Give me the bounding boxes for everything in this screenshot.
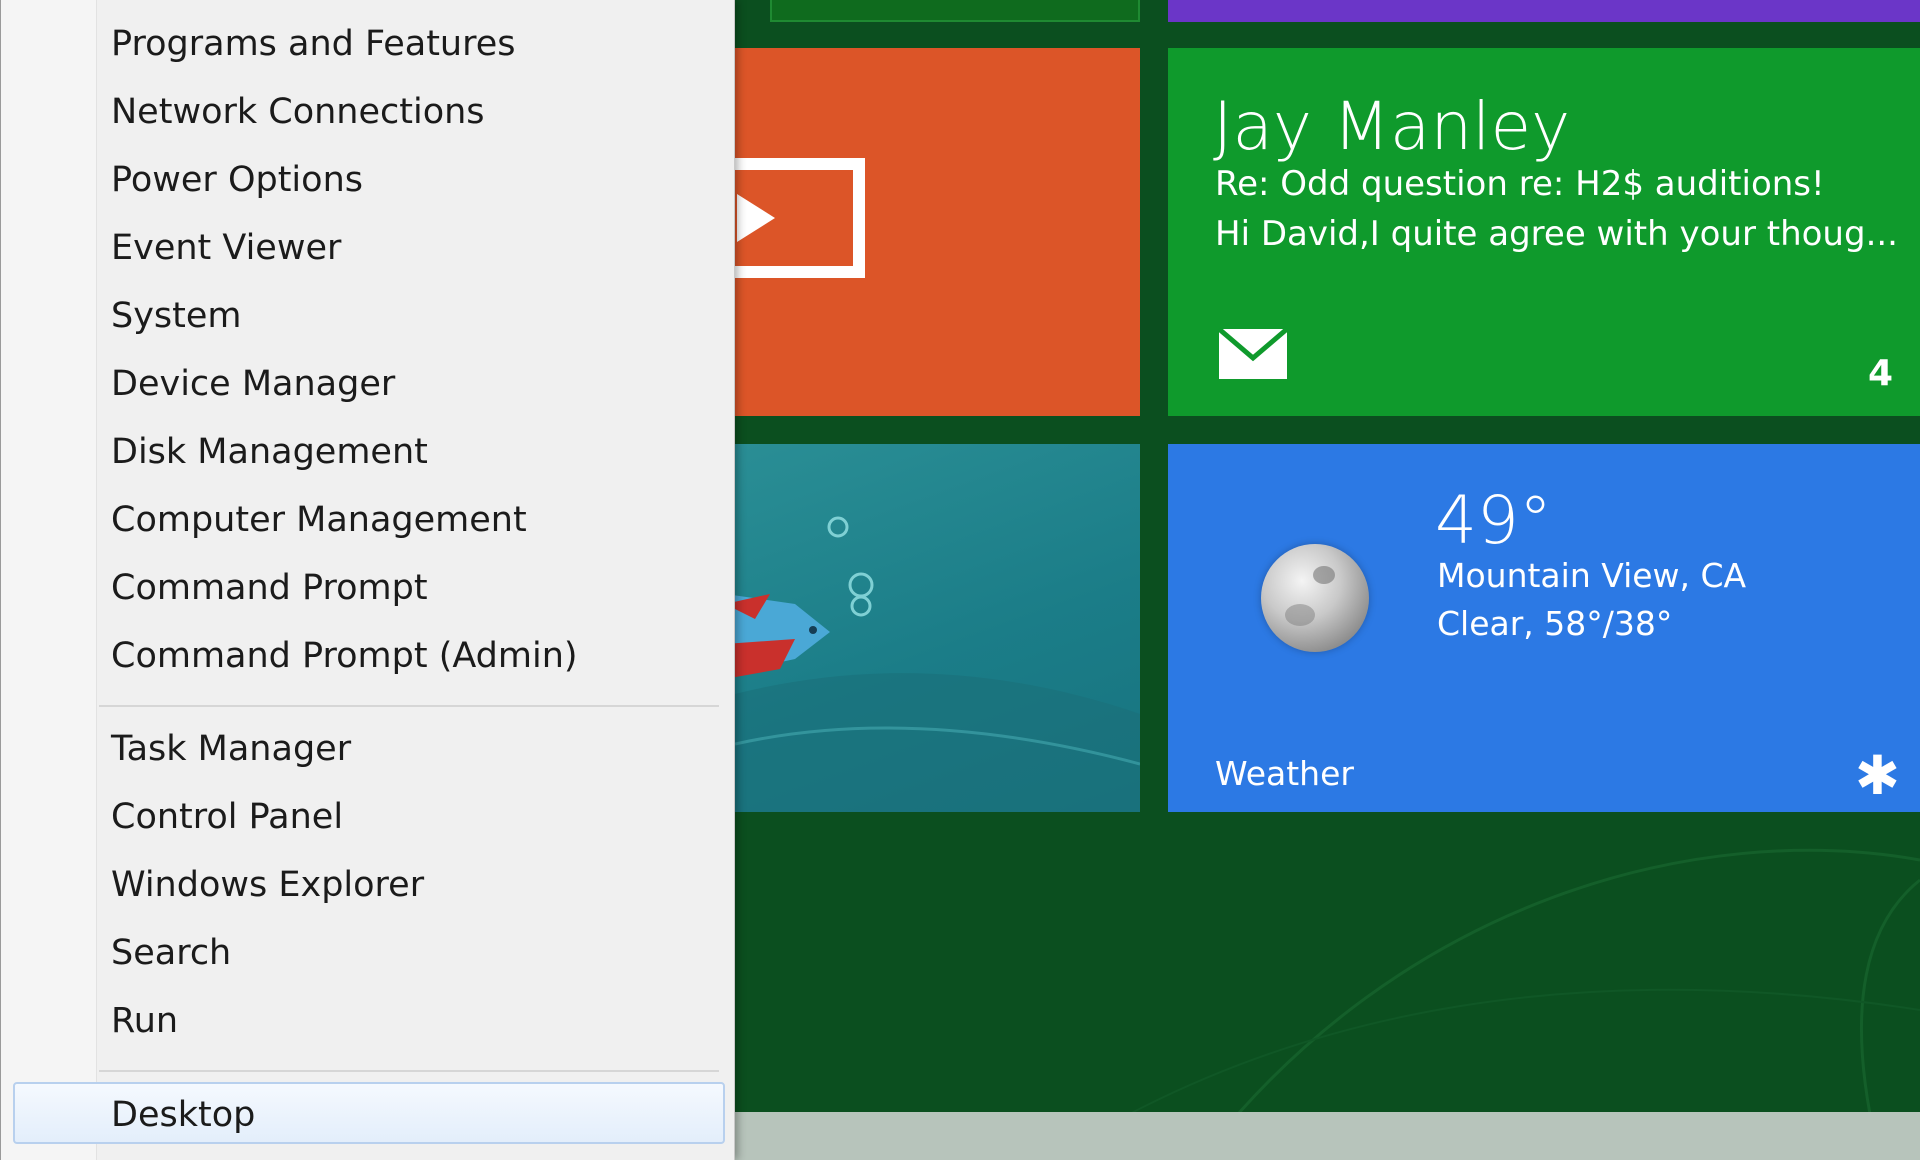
menu-item-desktop[interactable]: Desktop (13, 1082, 725, 1144)
menu-item-search[interactable]: Search (1, 922, 736, 984)
menu-item-device-manager[interactable]: Device Manager (1, 353, 736, 415)
weather-location: Mountain View, CA (1437, 556, 1747, 595)
play-icon (735, 158, 865, 278)
menu-item-system[interactable]: System (1, 285, 736, 347)
menu-item-windows-explorer[interactable]: Windows Explorer (1, 854, 736, 916)
menu-item-computer-management[interactable]: Computer Management (1, 489, 736, 551)
video-tile[interactable] (735, 48, 1140, 416)
menu-item-programs-and-features[interactable]: Programs and Features (1, 13, 736, 75)
weather-condition: Clear, 58°/38° (1437, 604, 1673, 643)
moon-icon (1261, 544, 1369, 652)
photo-tile[interactable] (735, 444, 1140, 812)
envelope-icon (1218, 328, 1288, 379)
weather-temperature: 49° (1435, 482, 1552, 559)
mail-subject: Re: Odd question re: H2$ auditions! (1215, 164, 1825, 204)
menu-item-event-viewer[interactable]: Event Viewer (1, 217, 736, 279)
mail-tile[interactable]: Jay Manley Re: Odd question re: H2$ audi… (1168, 48, 1920, 416)
menu-item-network-connections[interactable]: Network Connections (1, 81, 736, 143)
mail-unread-count: 4 (1867, 353, 1893, 394)
menu-item-command-prompt[interactable]: Command Prompt (1, 557, 736, 619)
menu-item-run[interactable]: Run (1, 990, 736, 1052)
tile-top-partial[interactable] (770, 0, 1140, 22)
power-user-menu: Programs and Features Network Connection… (0, 0, 735, 1160)
menu-separator (99, 705, 719, 707)
mail-sender: Jay Manley (1213, 88, 1571, 165)
menu-separator (99, 1070, 719, 1072)
mail-preview: Hi David,I quite agree with your thoug..… (1215, 214, 1898, 254)
sun-icon: ✱ (1854, 744, 1900, 807)
menu-item-task-manager[interactable]: Task Manager (1, 718, 736, 780)
tile-top-purple-partial[interactable] (1168, 0, 1920, 22)
fish-illustration (735, 516, 1140, 812)
menu-item-disk-management[interactable]: Disk Management (1, 421, 736, 483)
menu-item-command-prompt-admin[interactable]: Command Prompt (Admin) (1, 625, 736, 687)
menu-item-power-options[interactable]: Power Options (1, 149, 736, 211)
weather-tile[interactable]: 49° Mountain View, CA Clear, 58°/38° Wea… (1168, 444, 1920, 812)
weather-app-name: Weather (1215, 754, 1354, 793)
menu-item-control-panel[interactable]: Control Panel (1, 786, 736, 848)
